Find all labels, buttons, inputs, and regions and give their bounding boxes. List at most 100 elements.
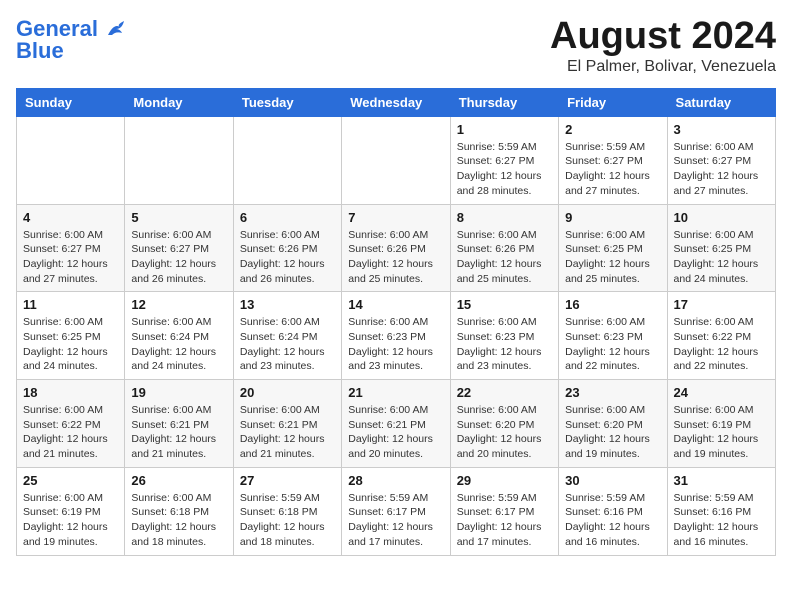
calendar-header-row: SundayMondayTuesdayWednesdayThursdayFrid…: [17, 88, 776, 116]
calendar-cell: 27Sunrise: 5:59 AMSunset: 6:18 PMDayligh…: [233, 467, 341, 555]
calendar-cell: [342, 116, 450, 204]
day-info: Sunrise: 6:00 AMSunset: 6:27 PMDaylight:…: [131, 228, 226, 287]
header-tuesday: Tuesday: [233, 88, 341, 116]
title-block: August 2024 El Palmer, Bolivar, Venezuel…: [550, 16, 776, 76]
calendar-week-row: 11 Sunrise: 6:00 AMSunset: 6:25 PMDayligh…: [17, 292, 776, 380]
calendar-cell: 7Sunrise: 6:00 AMSunset: 6:26 PMDaylight…: [342, 204, 450, 292]
day-number: 10: [674, 210, 769, 225]
calendar-cell: 21 Sunrise: 6:00 AMSunset: 6:21 PMDayligh…: [342, 380, 450, 468]
calendar-week-row: 4 Sunrise: 6:00 AMSunset: 6:27 PMDaylight…: [17, 204, 776, 292]
day-info: Sunrise: 5:59 AMSunset: 6:27 PMDaylight:…: [457, 140, 552, 199]
day-info: Sunrise: 6:00 AMSunset: 6:23 PMDaylight:…: [565, 315, 660, 374]
calendar-cell: 11 Sunrise: 6:00 AMSunset: 6:25 PMDayligh…: [17, 292, 125, 380]
day-info: Sunrise: 6:00 AMSunset: 6:21 PMDaylight:…: [240, 403, 335, 462]
day-number: 23: [565, 385, 660, 400]
calendar-week-row: 25Sunrise: 6:00 AMSunset: 6:19 PMDayligh…: [17, 467, 776, 555]
day-number: 16: [565, 297, 660, 312]
day-info: Sunrise: 6:00 AMSunset: 6:18 PMDaylight:…: [131, 491, 226, 550]
day-number: 30: [565, 473, 660, 488]
day-number: 6: [240, 210, 335, 225]
calendar-cell: 18 Sunrise: 6:00 AMSunset: 6:22 PMDayligh…: [17, 380, 125, 468]
calendar-cell: 1 Sunrise: 5:59 AMSunset: 6:27 PMDaylight…: [450, 116, 558, 204]
day-number: 1: [457, 122, 552, 137]
header-wednesday: Wednesday: [342, 88, 450, 116]
calendar-cell: 3 Sunrise: 6:00 AMSunset: 6:27 PMDaylight…: [667, 116, 775, 204]
calendar-cell: 25Sunrise: 6:00 AMSunset: 6:19 PMDayligh…: [17, 467, 125, 555]
day-info: Sunrise: 6:00 AMSunset: 6:22 PMDaylight:…: [674, 315, 769, 374]
calendar-cell: 19 Sunrise: 6:00 AMSunset: 6:21 PMDayligh…: [125, 380, 233, 468]
calendar-cell: 9 Sunrise: 6:00 AMSunset: 6:25 PMDaylight…: [559, 204, 667, 292]
calendar-cell: 29 Sunrise: 5:59 AMSunset: 6:17 PMDayligh…: [450, 467, 558, 555]
calendar-cell: 20 Sunrise: 6:00 AMSunset: 6:21 PMDayligh…: [233, 380, 341, 468]
calendar-cell: 14 Sunrise: 6:00 AMSunset: 6:23 PMDayligh…: [342, 292, 450, 380]
day-info: Sunrise: 6:00 AMSunset: 6:24 PMDaylight:…: [131, 315, 226, 374]
day-info: Sunrise: 5:59 AMSunset: 6:16 PMDaylight:…: [565, 491, 660, 550]
calendar-week-row: 18 Sunrise: 6:00 AMSunset: 6:22 PMDayligh…: [17, 380, 776, 468]
day-info: Sunrise: 6:00 AMSunset: 6:21 PMDaylight:…: [348, 403, 443, 462]
day-number: 3: [674, 122, 769, 137]
location: El Palmer, Bolivar, Venezuela: [550, 58, 776, 76]
day-number: 5: [131, 210, 226, 225]
calendar-cell: 15Sunrise: 6:00 AMSunset: 6:23 PMDayligh…: [450, 292, 558, 380]
day-number: 20: [240, 385, 335, 400]
header-sunday: Sunday: [17, 88, 125, 116]
calendar-cell: 26 Sunrise: 6:00 AMSunset: 6:18 PMDayligh…: [125, 467, 233, 555]
calendar-cell: 6 Sunrise: 6:00 AMSunset: 6:26 PMDaylight…: [233, 204, 341, 292]
day-number: 18: [23, 385, 118, 400]
calendar-cell: 5 Sunrise: 6:00 AMSunset: 6:27 PMDaylight…: [125, 204, 233, 292]
day-info: Sunrise: 6:00 AMSunset: 6:27 PMDaylight:…: [674, 140, 769, 199]
day-info: Sunrise: 5:59 AMSunset: 6:27 PMDaylight:…: [565, 140, 660, 199]
calendar-cell: 8 Sunrise: 6:00 AMSunset: 6:26 PMDaylight…: [450, 204, 558, 292]
day-info: Sunrise: 6:00 AMSunset: 6:20 PMDaylight:…: [457, 403, 552, 462]
day-number: 22: [457, 385, 552, 400]
day-number: 26: [131, 473, 226, 488]
calendar-cell: 23 Sunrise: 6:00 AMSunset: 6:20 PMDayligh…: [559, 380, 667, 468]
calendar-cell: [17, 116, 125, 204]
header-monday: Monday: [125, 88, 233, 116]
header-thursday: Thursday: [450, 88, 558, 116]
day-number: 12: [131, 297, 226, 312]
day-number: 17: [674, 297, 769, 312]
calendar-cell: 30 Sunrise: 5:59 AMSunset: 6:16 PMDayligh…: [559, 467, 667, 555]
month-year: August 2024: [550, 16, 776, 58]
day-number: 19: [131, 385, 226, 400]
day-number: 2: [565, 122, 660, 137]
day-number: 28: [348, 473, 443, 488]
day-number: 11: [23, 297, 118, 312]
calendar-cell: 13Sunrise: 6:00 AMSunset: 6:24 PMDayligh…: [233, 292, 341, 380]
header-friday: Friday: [559, 88, 667, 116]
day-number: 7: [348, 210, 443, 225]
day-number: 29: [457, 473, 552, 488]
day-info: Sunrise: 6:00 AMSunset: 6:23 PMDaylight:…: [348, 315, 443, 374]
day-info: Sunrise: 6:00 AMSunset: 6:21 PMDaylight:…: [131, 403, 226, 462]
day-info: Sunrise: 6:00 AMSunset: 6:25 PMDaylight:…: [674, 228, 769, 287]
day-number: 14: [348, 297, 443, 312]
calendar-cell: 17 Sunrise: 6:00 AMSunset: 6:22 PMDayligh…: [667, 292, 775, 380]
day-number: 9: [565, 210, 660, 225]
logo: General Blue: [16, 16, 128, 64]
day-number: 4: [23, 210, 118, 225]
day-info: Sunrise: 5:59 AMSunset: 6:18 PMDaylight:…: [240, 491, 335, 550]
day-info: Sunrise: 6:00 AMSunset: 6:26 PMDaylight:…: [240, 228, 335, 287]
calendar-cell: 2 Sunrise: 5:59 AMSunset: 6:27 PMDaylight…: [559, 116, 667, 204]
day-number: 24: [674, 385, 769, 400]
day-number: 21: [348, 385, 443, 400]
day-number: 31: [674, 473, 769, 488]
day-info: Sunrise: 6:00 AMSunset: 6:22 PMDaylight:…: [23, 403, 118, 462]
bird-icon: [106, 21, 128, 39]
calendar-cell: 31 Sunrise: 5:59 AMSunset: 6:16 PMDayligh…: [667, 467, 775, 555]
day-number: 25: [23, 473, 118, 488]
calendar-cell: 16 Sunrise: 6:00 AMSunset: 6:23 PMDayligh…: [559, 292, 667, 380]
calendar-cell: 22 Sunrise: 6:00 AMSunset: 6:20 PMDayligh…: [450, 380, 558, 468]
day-info: Sunrise: 5:59 AMSunset: 6:17 PMDaylight:…: [457, 491, 552, 550]
calendar-cell: [233, 116, 341, 204]
day-info: Sunrise: 6:00 AMSunset: 6:26 PMDaylight:…: [457, 228, 552, 287]
day-info: Sunrise: 5:59 AMSunset: 6:16 PMDaylight:…: [674, 491, 769, 550]
header-saturday: Saturday: [667, 88, 775, 116]
logo-blue: Blue: [16, 38, 64, 64]
day-info: Sunrise: 6:00 AMSunset: 6:25 PMDaylight:…: [565, 228, 660, 287]
day-info: Sunrise: 6:00 AMSunset: 6:20 PMDaylight:…: [565, 403, 660, 462]
day-info: Sunrise: 6:00 AMSunset: 6:25 PMDaylight:…: [23, 315, 118, 374]
calendar-cell: 4Sunrise: 6:00 AMSunset: 6:27 PMDaylight…: [17, 204, 125, 292]
day-number: 8: [457, 210, 552, 225]
